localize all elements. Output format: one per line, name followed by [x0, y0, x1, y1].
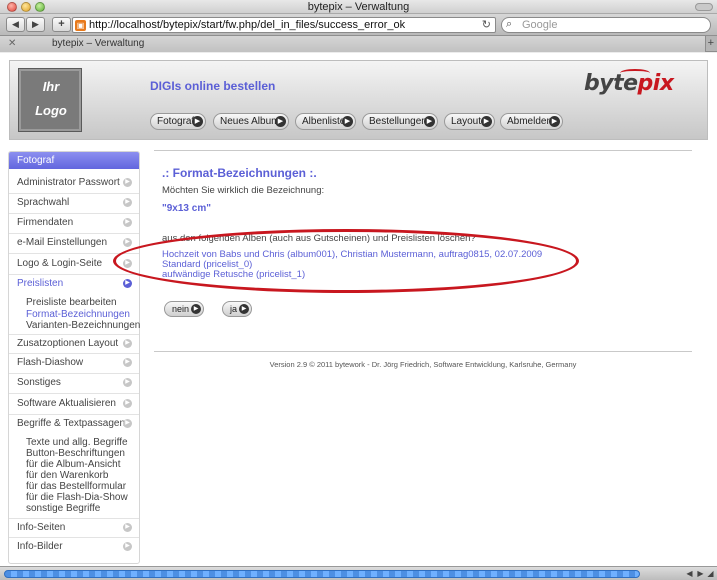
content-divider-bottom — [154, 351, 692, 352]
arrow-right-icon: ▶ — [123, 378, 132, 387]
arrow-right-icon: ▶ — [549, 116, 560, 127]
sidebar-subitem-format-bezeichnungen[interactable]: Format-Bezeichnungen — [26, 309, 130, 320]
logo-line-1: Ihr — [42, 79, 60, 94]
tab-bytepix[interactable]: ✕ bytepix – Verwaltung — [0, 36, 706, 52]
forward-button[interactable]: ▶ — [26, 17, 45, 32]
sidebar-item-email-einstellungen[interactable]: e-Mail Einstellungen ▶ — [9, 234, 139, 254]
new-tab-button[interactable]: + — [708, 37, 714, 49]
sidebar-subitem-texte[interactable]: Texte und allg. Begriffe — [26, 437, 128, 448]
brand-byte: byte — [584, 71, 638, 96]
plus-icon: + — [58, 18, 65, 30]
arrow-right-icon: ▶ — [424, 116, 435, 127]
add-bookmark-button[interactable]: + — [52, 17, 71, 32]
sidebar-item-begriffe-textpassagen[interactable]: Begriffe & Textpassagen ▶ — [9, 415, 139, 435]
site-header: Ihr Logo DIGIs online bestellen bytepix … — [9, 60, 708, 140]
sidebar-item-software-aktualisieren[interactable]: Software Aktualisieren ▶ — [9, 395, 139, 415]
search-field[interactable]: ⌕ Google — [501, 17, 711, 33]
yes-button[interactable]: ja ▶ — [222, 301, 252, 317]
arrow-right-icon: ▶ — [275, 116, 286, 127]
arrow-right-icon: ▶ — [123, 259, 132, 268]
sidebar-item-flash-diashow[interactable]: Flash-Diashow ▶ — [9, 354, 139, 374]
forward-arrow-icon: ▶ — [32, 19, 39, 29]
arrow-right-icon: ▶ — [123, 279, 132, 288]
address-bar[interactable]: ▣ http://localhost/bytepix/start/fw.php/… — [72, 17, 496, 33]
sidebar-item-sprachwahl[interactable]: Sprachwahl ▶ — [9, 194, 139, 214]
nav-layout[interactable]: Layout ▶ — [444, 113, 495, 130]
address-input[interactable]: http://localhost/bytepix/start/fw.php/de… — [89, 19, 405, 31]
arrow-right-icon: ▶ — [342, 116, 353, 127]
nav-bestellungen[interactable]: Bestellungen ▶ — [362, 113, 438, 130]
resize-grip-icon[interactable]: ◢ — [705, 568, 716, 579]
search-placeholder: Google — [522, 19, 558, 31]
sidebar-subitem-bestellformular[interactable]: für das Bestellformular — [26, 481, 126, 492]
logo-placeholder: Ihr Logo — [18, 68, 82, 132]
sidebar-item-logo-login[interactable]: Logo & Login-Seite ▶ — [9, 255, 139, 275]
sidebar-subitem-warenkorb[interactable]: für den Warenkorb — [26, 470, 108, 481]
tab-bar: ✕ bytepix – Verwaltung + — [0, 36, 717, 52]
sidebar-item-sonstiges[interactable]: Sonstiges ▶ — [9, 374, 139, 394]
nav-fotograf[interactable]: Fotograf ▶ — [150, 113, 206, 130]
page-title: .: Format-Bezeichnungen :. — [162, 166, 317, 180]
arrow-right-icon: ▶ — [123, 419, 132, 428]
content-divider-top — [154, 150, 692, 151]
sidebar-item-info-bilder[interactable]: Info-Bilder ▶ — [9, 538, 139, 558]
web-page: Ihr Logo DIGIs online bestellen bytepix … — [0, 53, 717, 566]
arrow-right-icon: ▶ — [123, 399, 132, 408]
tab-label: bytepix – Verwaltung — [52, 38, 145, 49]
arrow-right-icon: ▶ — [123, 358, 132, 367]
nav-abmelden[interactable]: Abmelden ▶ — [500, 113, 563, 130]
arrow-right-icon: ▶ — [123, 238, 132, 247]
horizontal-scrollbar[interactable] — [4, 570, 640, 578]
sidebar-subitem-varianten-bezeichnungen[interactable]: Varianten-Bezeichnungen — [26, 320, 140, 331]
arrow-right-icon: ▶ — [123, 198, 132, 207]
browser-toolbar: ◀ ▶ + ▣ http://localhost/bytepix/start/f… — [0, 14, 717, 36]
toolbar-toggle-button[interactable] — [695, 3, 713, 11]
scroll-left-icon[interactable]: ◀ — [684, 568, 695, 579]
status-bar: ◀ ▶ ◢ — [0, 566, 717, 580]
sidebar-item-administrator-passwort[interactable]: Administrator Passwort ▶ — [9, 174, 139, 194]
confirm-question: Möchten Sie wirklich die Bezeichnung: — [162, 185, 325, 196]
footer-copyright: Version 2.9 © 2011 bytework - Dr. Jörg F… — [269, 360, 577, 369]
arrow-right-icon: ▶ — [123, 339, 132, 348]
back-button[interactable]: ◀ — [6, 17, 25, 32]
search-icon: ⌕ — [506, 18, 513, 30]
window-title: bytepix – Verwaltung — [307, 1, 410, 13]
arrow-right-icon: ▶ — [481, 116, 492, 127]
shop-title: DIGIs online bestellen — [150, 79, 276, 93]
sidebar-subitem-album-ansicht[interactable]: für die Album-Ansicht — [26, 459, 121, 470]
sidebar-item-firmendaten[interactable]: Firmendaten ▶ — [9, 214, 139, 234]
nav-albenliste[interactable]: Albenliste ▶ — [295, 113, 356, 130]
sidebar-subitem-sonstige-begriffe[interactable]: sonstige Begriffe — [26, 503, 100, 514]
sidebar-subitem-preisliste-bearbeiten[interactable]: Preisliste bearbeiten — [26, 297, 117, 308]
arrow-right-icon: ▶ — [123, 178, 132, 187]
sidebar-item-preislisten[interactable]: Preislisten ▶ — [9, 275, 139, 295]
affected-note: aus den folgenden Alben (auch aus Gutsch… — [162, 233, 476, 244]
sidebar-subitem-buttons[interactable]: Button-Beschriftungen — [26, 448, 125, 459]
no-button[interactable]: nein ▶ — [164, 301, 204, 317]
sidebar-subitem-flash-dia-show[interactable]: für die Flash-Dia-Show — [26, 492, 128, 503]
arrow-right-icon: ▶ — [192, 116, 203, 127]
brand-pix: pix — [637, 71, 674, 96]
reload-icon[interactable]: ↻ — [482, 18, 491, 31]
term-name: "9x13 cm" — [162, 203, 211, 214]
brand-logo: bytepix — [584, 71, 674, 96]
logo-line-2: Logo — [35, 103, 67, 118]
arrow-right-icon: ▶ — [123, 542, 132, 551]
arrow-right-icon: ▶ — [123, 218, 132, 227]
nav-neues-album[interactable]: Neues Album ▶ — [213, 113, 289, 130]
arrow-right-icon: ▶ — [239, 304, 249, 314]
sidebar: Fotograf Administrator Passwort ▶ Sprachw… — [8, 151, 140, 564]
sidebar-item-zusatzoptionen-layout[interactable]: Zusatzoptionen Layout ▶ — [9, 334, 139, 354]
arrow-right-icon: ▶ — [191, 304, 201, 314]
site-favicon-icon: ▣ — [75, 20, 86, 31]
arrow-right-icon: ▶ — [123, 523, 132, 532]
back-arrow-icon: ◀ — [12, 19, 19, 29]
pricelist-link-retusche[interactable]: aufwändige Retusche (pricelist_1) — [162, 269, 305, 280]
sidebar-heading: Fotograf — [9, 152, 139, 169]
window-titlebar: bytepix – Verwaltung — [0, 0, 717, 14]
sidebar-item-info-seiten[interactable]: Info-Seiten ▶ — [9, 518, 139, 538]
close-tab-icon[interactable]: ✕ — [8, 38, 16, 49]
